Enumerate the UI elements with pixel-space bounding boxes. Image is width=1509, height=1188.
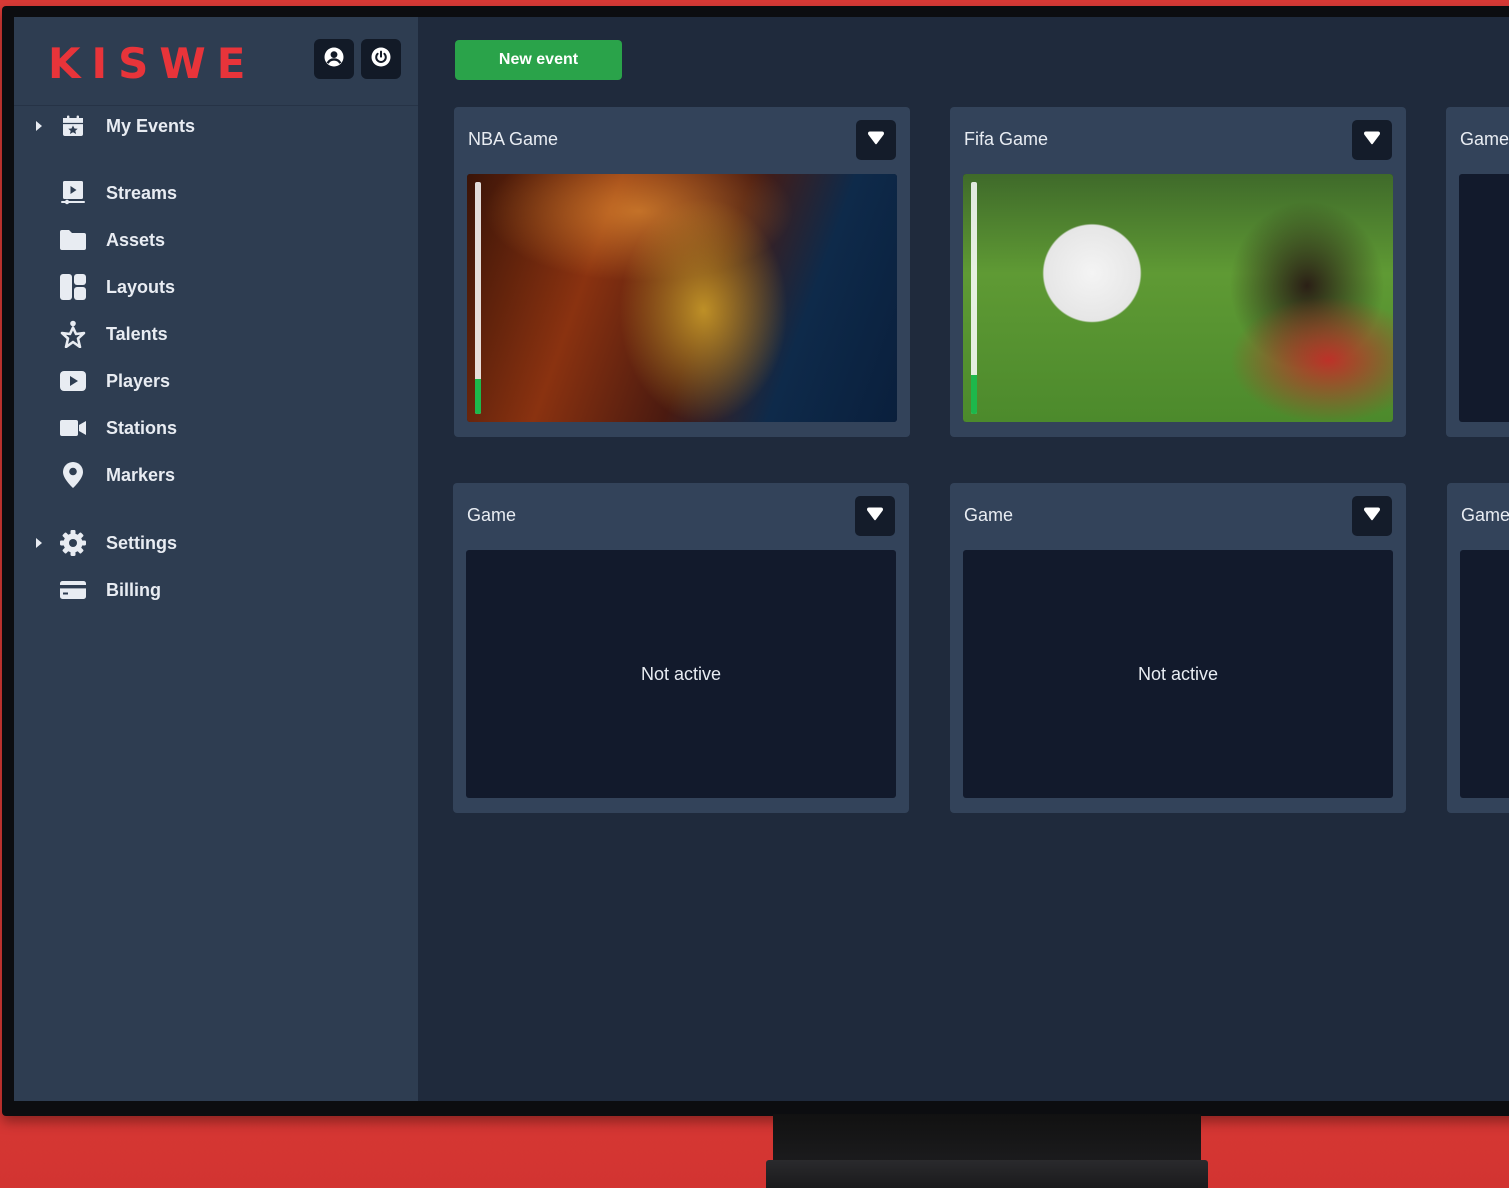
sidebar-item-billing[interactable]: Billing [32,572,402,608]
tv-stand-base [766,1160,1208,1188]
event-status: Not active [1137,663,1219,684]
event-title: Game [1461,505,1509,525]
power-button[interactable] [361,39,401,79]
sidebar: KISWE My Events Streams Assets Layouts T… [14,17,418,1101]
audio-level-meter [475,182,481,414]
event-card[interactable]: Game Not active [453,483,909,813]
profile-button[interactable] [314,39,354,79]
caret-right-icon[interactable] [32,120,46,132]
layout-icon [58,272,88,302]
calendar-star-icon [58,111,88,141]
event-status: Not active [640,663,722,684]
audio-level-meter [971,182,977,414]
sidebar-item-talents[interactable]: Talents [32,316,402,352]
sidebar-item-label: Settings [106,532,178,553]
soccer-video-frame [963,174,1393,422]
sidebar-item-players[interactable]: Players [32,363,402,399]
power-icon [370,46,392,73]
camera-icon [58,413,88,443]
sidebar-divider [14,105,418,106]
event-preview[interactable] [1459,174,1509,422]
play-icon [58,366,88,396]
sidebar-item-layouts[interactable]: Layouts [32,269,402,305]
map-pin-icon [58,460,88,490]
caret-right-icon[interactable] [32,537,46,549]
video-stream-icon [58,178,88,208]
audio-level-fill [475,379,481,414]
chevron-down-icon [1362,130,1382,151]
event-title: NBA Game [468,129,559,149]
sidebar-item-label: Players [106,370,171,391]
credit-card-icon [58,575,88,605]
event-preview[interactable] [963,174,1393,422]
sidebar-item-settings[interactable]: Settings [32,525,402,561]
audio-level-fill [971,374,977,414]
sidebar-item-label: Assets [106,229,166,250]
sidebar-item-stations[interactable]: Stations [32,410,402,446]
event-title: Game [1460,129,1509,149]
sidebar-item-streams[interactable]: Streams [32,175,402,211]
event-card[interactable]: NBA Game [454,107,910,437]
folder-icon [58,225,88,255]
tv-stand [773,1114,1201,1166]
sidebar-item-label: Stations [106,417,178,438]
event-card[interactable]: Game [1446,107,1509,437]
main-content: New event NBA Game Fifa Game Game Game N… [418,17,1509,1101]
sidebar-item-label: Talents [106,323,168,344]
event-card[interactable]: Fifa Game [950,107,1406,437]
sidebar-item-assets[interactable]: Assets [32,222,402,258]
chevron-down-icon [865,506,885,527]
app-screen: KISWE My Events Streams Assets Layouts T… [14,17,1509,1101]
star-person-icon [58,319,88,349]
event-menu-button[interactable] [856,120,896,160]
event-menu-button[interactable] [1352,120,1392,160]
sidebar-item-label: Billing [106,579,161,600]
event-status [1460,550,1509,798]
event-title: Game [964,505,1014,525]
chevron-down-icon [866,130,886,151]
event-preview[interactable] [1460,550,1509,798]
sidebar-item-label: Layouts [106,276,176,297]
new-event-button[interactable]: New event [455,40,622,80]
user-circle-icon [323,46,345,73]
sidebar-item-label: Markers [106,464,176,485]
event-preview[interactable]: Not active [963,550,1393,798]
event-menu-button[interactable] [1352,496,1392,536]
event-card[interactable]: Game [1447,483,1509,813]
sidebar-item-label: Streams [106,182,178,203]
event-status [1459,174,1509,422]
sidebar-item-my-events[interactable]: My Events [32,108,402,144]
event-preview[interactable] [467,174,897,422]
sidebar-item-label: My Events [106,115,196,136]
gear-icon [58,528,88,558]
sidebar-item-markers[interactable]: Markers [32,457,402,493]
kiswe-logo: KISWE [48,39,257,88]
event-preview[interactable]: Not active [466,550,896,798]
chevron-down-icon [1362,506,1382,527]
basketball-video-frame [467,174,897,422]
event-card[interactable]: Game Not active [950,483,1406,813]
event-title: Game [467,505,517,525]
event-menu-button[interactable] [855,496,895,536]
event-title: Fifa Game [964,129,1049,149]
